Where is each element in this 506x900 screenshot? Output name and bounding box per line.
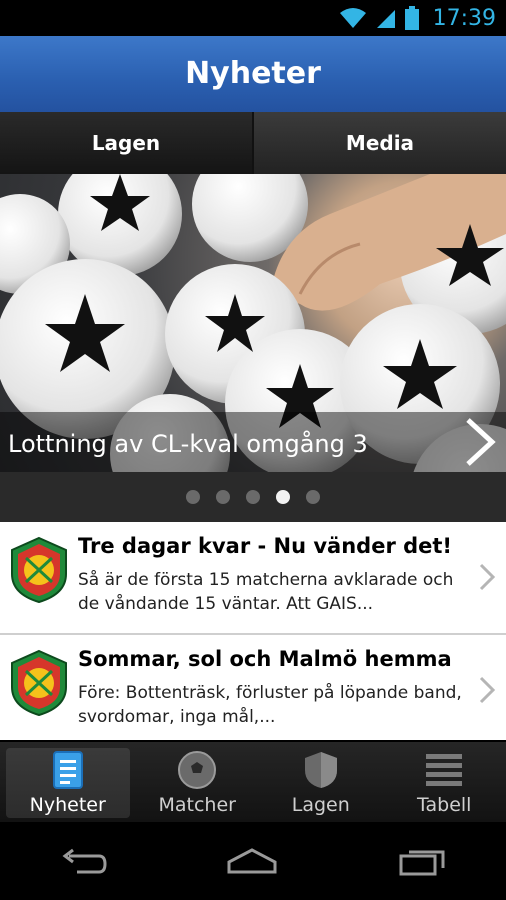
news-item[interactable]: Tre dagar kvar - Nu vänder det! Så är de… <box>0 522 506 635</box>
news-carousel[interactable]: Lottning av CL-kval omgång 3 <box>0 174 506 472</box>
chevron-right-icon[interactable] <box>462 416 498 468</box>
document-icon <box>52 751 83 789</box>
news-title: Sommar, sol och Malmö hemma <box>78 647 452 671</box>
football-icon <box>178 751 217 789</box>
status-bar: 17:39 <box>0 0 506 36</box>
carousel-dot[interactable] <box>246 490 260 504</box>
carousel-indicator <box>0 472 506 522</box>
news-excerpt: Före: Bottenträsk, förluster på löpande … <box>78 683 462 727</box>
battery-icon <box>404 6 419 30</box>
status-clock: 17:39 <box>432 5 496 31</box>
system-nav-bar <box>0 822 506 900</box>
carousel-dot[interactable] <box>186 490 200 504</box>
nav-tabell[interactable]: Tabell <box>383 742 506 822</box>
carousel-dot-active[interactable] <box>276 490 290 504</box>
carousel-dot[interactable] <box>216 490 230 504</box>
title-bar: Nyheter <box>0 36 506 113</box>
page-title: Nyheter <box>185 56 321 91</box>
home-icon[interactable] <box>225 846 279 876</box>
club-logo-icon <box>11 649 67 717</box>
shield-icon <box>304 752 337 788</box>
back-icon[interactable] <box>59 846 107 876</box>
bottom-nav: Nyheter Matcher Lagen Tabell <box>0 742 506 822</box>
nav-label: Lagen <box>291 794 350 816</box>
nav-lagen[interactable]: Lagen <box>259 742 383 822</box>
tab-media[interactable]: Media <box>252 112 506 174</box>
signal-icon <box>376 10 395 28</box>
carousel-caption[interactable]: Lottning av CL-kval omgång 3 <box>8 430 368 458</box>
nav-matcher[interactable]: Matcher <box>136 742 260 822</box>
news-list: Tre dagar kvar - Nu vänder det! Så är de… <box>0 522 506 748</box>
nav-label: Nyheter <box>29 794 106 816</box>
carousel-dot[interactable] <box>306 490 320 504</box>
tab-bar: Lagen Media <box>0 112 506 174</box>
news-title: Tre dagar kvar - Nu vänder det! <box>78 534 453 558</box>
nav-label: Matcher <box>158 794 236 816</box>
recent-apps-icon[interactable] <box>397 846 447 876</box>
club-logo-icon <box>11 536 67 604</box>
list-icon <box>426 754 463 786</box>
nav-nyheter[interactable]: Nyheter <box>6 748 130 818</box>
wifi-icon <box>339 8 366 28</box>
tab-lagen[interactable]: Lagen <box>0 112 252 174</box>
news-excerpt: Så är de första 15 matcherna avklarade o… <box>78 570 454 614</box>
news-item[interactable]: Sommar, sol och Malmö hemma Före: Botten… <box>0 635 506 748</box>
nav-label: Tabell <box>417 794 472 816</box>
chevron-right-icon <box>479 563 496 591</box>
chevron-right-icon <box>479 676 496 704</box>
